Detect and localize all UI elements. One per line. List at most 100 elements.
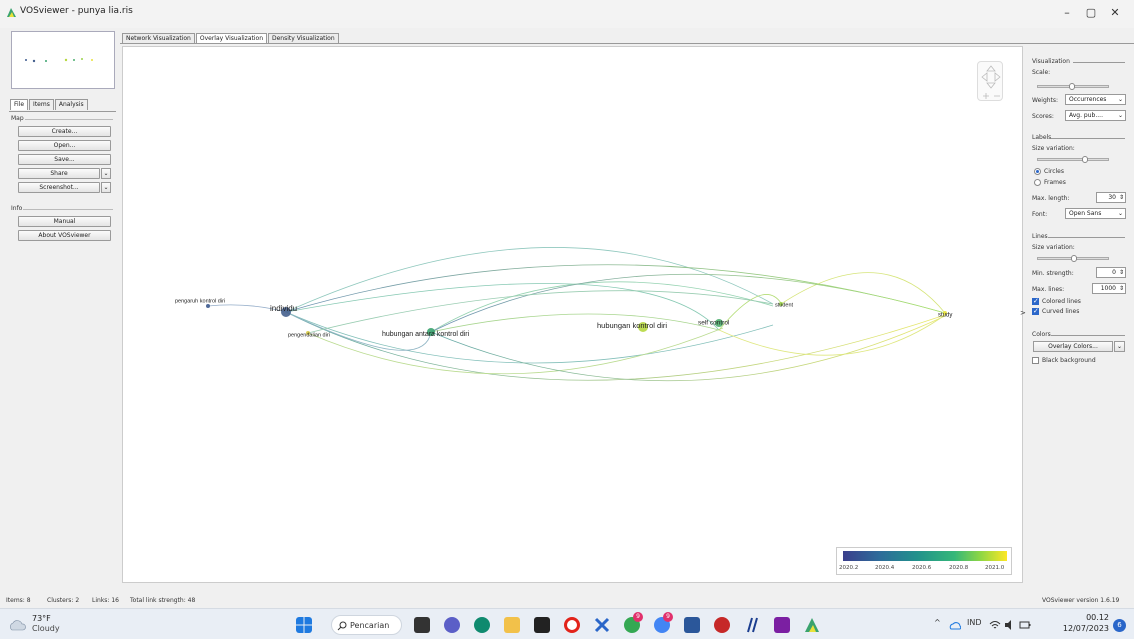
total-link-strength: Total link strength: 48 bbox=[130, 597, 196, 604]
share-dropdown-icon[interactable]: ⌄ bbox=[101, 168, 111, 179]
scale-slider[interactable] bbox=[1037, 83, 1109, 90]
weights-select[interactable]: Occurrences ⌄ bbox=[1065, 94, 1126, 105]
max-lines-input[interactable]: 1000 ⇕ bbox=[1092, 283, 1126, 294]
tray-expand-icon[interactable]: ^ bbox=[934, 618, 941, 627]
task-view-icon[interactable] bbox=[414, 617, 430, 633]
map-canvas[interactable]: pengaruh kontrol diri individu pengendalia… bbox=[122, 46, 1023, 583]
map-node-label[interactable]: pengaruh kontrol diri bbox=[175, 298, 225, 304]
circles-radio[interactable] bbox=[1034, 168, 1041, 175]
notification-count-badge[interactable]: 6 bbox=[1113, 619, 1126, 632]
pan-zoom-control[interactable] bbox=[977, 61, 1003, 101]
tab-network-visualization[interactable]: Network Visualization bbox=[122, 33, 195, 43]
volume-icon[interactable] bbox=[1004, 619, 1016, 631]
min-strength-input[interactable]: 0 ⇕ bbox=[1096, 267, 1126, 278]
max-length-input[interactable]: 30 ⇕ bbox=[1096, 192, 1126, 203]
collapse-panel-icon[interactable]: > bbox=[1020, 309, 1026, 317]
labels-size-variation-slider[interactable] bbox=[1037, 156, 1109, 163]
labels-size-variation-label: Size variation: bbox=[1032, 145, 1075, 152]
map-node-label[interactable]: student bbox=[775, 302, 794, 308]
colored-lines-label: Colored lines bbox=[1042, 298, 1081, 305]
create-button[interactable]: Create... bbox=[18, 126, 111, 137]
tab-analysis[interactable]: Analysis bbox=[54, 99, 88, 110]
overview-thumbnail[interactable] bbox=[11, 31, 115, 89]
clock-date: 12/07/2023 bbox=[1062, 624, 1109, 633]
weather-condition: Cloudy bbox=[32, 624, 60, 633]
items-count: Items: 8 bbox=[6, 597, 31, 604]
cloud-sync-icon[interactable] bbox=[949, 619, 961, 631]
visualization-section-label: Visualization bbox=[1032, 58, 1070, 65]
link-lines bbox=[207, 247, 946, 382]
map-node-label[interactable]: hubungan kontrol diri bbox=[597, 321, 667, 330]
spinner-icon[interactable]: ⇕ bbox=[1119, 193, 1124, 202]
x-app-icon[interactable] bbox=[594, 617, 610, 633]
font-select[interactable]: Open Sans ⌄ bbox=[1065, 208, 1126, 219]
frames-radio[interactable] bbox=[1034, 179, 1041, 186]
screenshot-dropdown-icon[interactable]: ⌄ bbox=[101, 182, 111, 193]
open-button[interactable]: Open... bbox=[18, 140, 111, 151]
circles-label: Circles bbox=[1044, 168, 1064, 175]
system-clock[interactable]: 00.12 12/07/2023 bbox=[1059, 612, 1109, 634]
language-indicator[interactable]: IND bbox=[967, 618, 982, 627]
lines-size-variation-slider[interactable] bbox=[1037, 255, 1109, 262]
tab-overlay-visualization[interactable]: Overlay Visualization bbox=[195, 33, 267, 43]
tab-file[interactable]: File bbox=[10, 99, 29, 110]
windows-start-icon[interactable] bbox=[296, 617, 312, 633]
map-section-divider bbox=[25, 119, 113, 120]
store-icon[interactable] bbox=[534, 617, 550, 633]
battery-icon[interactable] bbox=[1019, 619, 1031, 631]
vosviewer-app-icon bbox=[7, 8, 16, 17]
black-background-label: Black background bbox=[1042, 357, 1096, 364]
map-node-label[interactable]: self control bbox=[698, 320, 730, 327]
screenshot-button[interactable]: Screenshot... bbox=[18, 182, 100, 193]
map-node-label[interactable]: individu bbox=[270, 304, 297, 313]
word-icon[interactable] bbox=[684, 617, 700, 633]
clusters-count: Clusters: 2 bbox=[47, 597, 80, 604]
tab-density-visualization[interactable]: Density Visualization bbox=[268, 33, 339, 43]
winrar-icon[interactable] bbox=[774, 617, 790, 633]
chat-icon[interactable] bbox=[444, 617, 460, 633]
black-background-checkbox[interactable] bbox=[1032, 357, 1039, 364]
vosviewer-taskbar-icon[interactable] bbox=[804, 617, 820, 633]
scores-select[interactable]: Avg. pub.... ⌄ bbox=[1065, 110, 1126, 121]
scores-label: Scores: bbox=[1032, 113, 1054, 120]
taskbar-search[interactable]: Pencarian bbox=[331, 615, 402, 635]
left-panel: File Items Analysis Map Create... Open..… bbox=[8, 28, 117, 592]
legend-tick: 2020.8 bbox=[949, 565, 969, 571]
file-explorer-icon[interactable] bbox=[504, 617, 520, 633]
app-icon[interactable] bbox=[714, 617, 730, 633]
notes-app-icon[interactable] bbox=[744, 617, 760, 633]
about-vosviewer-button[interactable]: About VOSviewer bbox=[18, 230, 111, 241]
colors-divider bbox=[1051, 335, 1125, 336]
colored-lines-checkbox[interactable] bbox=[1032, 297, 1039, 305]
spinner-icon[interactable]: ⇕ bbox=[1119, 284, 1124, 293]
map-node[interactable] bbox=[206, 304, 210, 308]
overlay-colors-dropdown-icon[interactable]: ⌄ bbox=[1114, 341, 1125, 352]
edge-browser-icon[interactable] bbox=[474, 617, 490, 633]
left-tabs: File Items Analysis bbox=[10, 99, 89, 111]
curved-lines-checkbox[interactable] bbox=[1032, 307, 1039, 315]
minimize-button[interactable]: – bbox=[1059, 6, 1075, 20]
visualization-divider bbox=[1073, 62, 1125, 63]
max-length-label: Max. length: bbox=[1032, 195, 1070, 202]
map-node-label[interactable]: pengendalian diri bbox=[288, 332, 330, 338]
color-gradient-bar bbox=[843, 551, 1007, 561]
close-button[interactable]: ✕ bbox=[1107, 6, 1123, 20]
maximize-button[interactable]: ▢ bbox=[1083, 6, 1099, 20]
share-button[interactable]: Share bbox=[18, 168, 100, 179]
info-section-label: Info bbox=[11, 205, 23, 212]
right-options-panel: Visualization Scale: Weights: Occurrence… bbox=[1020, 50, 1131, 590]
opera-browser-icon[interactable] bbox=[564, 617, 580, 633]
tab-items[interactable]: Items bbox=[29, 99, 54, 110]
cloud-icon bbox=[10, 620, 26, 631]
map-node-label[interactable]: study bbox=[938, 313, 952, 319]
legend-tick: 2020.4 bbox=[875, 565, 895, 571]
overlay-colors-button[interactable]: Overlay Colors... bbox=[1033, 341, 1113, 352]
font-value: Open Sans bbox=[1069, 210, 1102, 217]
frames-label: Frames bbox=[1044, 179, 1066, 186]
map-node-label[interactable]: hubungan antara kontrol diri bbox=[382, 331, 470, 338]
wifi-icon[interactable] bbox=[989, 619, 1001, 631]
spinner-icon[interactable]: ⇕ bbox=[1119, 268, 1124, 277]
manual-button[interactable]: Manual bbox=[18, 216, 111, 227]
window-title: VOSviewer - punya lia.ris bbox=[20, 6, 133, 16]
save-button[interactable]: Save... bbox=[18, 154, 111, 165]
